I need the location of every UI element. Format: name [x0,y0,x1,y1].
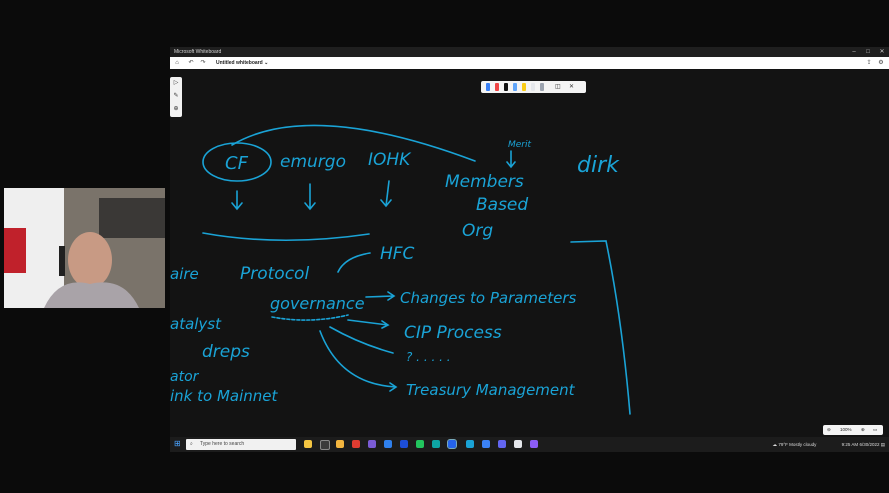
ink-arrow-hfc [337,252,371,273]
minimize-button[interactable]: – [847,47,861,57]
ink-arrow-dots [329,326,394,354]
ink-arrow-cip [347,319,390,329]
person-head [68,232,112,288]
app-icon-purple[interactable] [368,440,376,448]
ink-arrow-iohk [380,180,392,208]
app-icon-blue[interactable] [384,440,392,448]
title-bar: Microsoft Whiteboard – □ ✕ [170,47,889,57]
system-tray: ☁ 79°F Mostly cloudy 9:25 AM 6/30/2022 ▤ [773,437,885,452]
ink-mainnet: ink to Mainnet [170,387,278,405]
microphone [59,246,65,276]
ink-merit: Merit [508,140,532,150]
red-object [4,228,26,273]
settings-icon[interactable]: ⚙ [876,57,886,69]
app-icon-lightblue[interactable] [482,440,490,448]
document-name-label: Untitled whiteboard [216,60,263,66]
ink-aire: aire [170,265,199,283]
whiteboard-window: Microsoft Whiteboard – □ ✕ ⌂ ↶ ↷ Untitle… [170,47,889,437]
zoom-level[interactable]: 100% [840,425,852,435]
zoom-in-icon[interactable]: ⊕ [861,425,865,435]
ink-governance: governance [270,294,365,313]
webcam-video [4,188,165,308]
app-icon-green[interactable] [416,440,424,448]
whiteboard-canvas[interactable]: ▷ ✎ ⊕ ◫ ✕ CF emurgo IOHK Merit Members B… [170,69,889,437]
notification-icon[interactable]: ▤ [881,442,885,447]
ink-wavy-underline [271,314,349,321]
app-toolbar: ⌂ ↶ ↷ Untitled whiteboard ⌄ ⇪ ⚙ [170,57,889,69]
zoom-controls: ⊖ 100% ⊕ ▭ [823,425,883,435]
whiteboard-taskbar-icon[interactable] [447,439,457,449]
weather-text[interactable]: 79°F Mostly cloudy [778,442,816,447]
chevron-down-icon: ⌄ [264,60,269,66]
ink-treasury: Treasury Management [406,381,576,399]
windows-taskbar: ⊞ ⌕ Type here to search ☁ 79°F Mostly cl… [170,437,889,452]
window-title: Microsoft Whiteboard [174,49,222,55]
webcam-scene [4,188,165,308]
ink-cf: CF [225,153,249,174]
zoom-out-icon[interactable]: ⊖ [827,425,831,435]
ink-bracket-right [570,240,631,415]
close-button[interactable]: ✕ [875,47,889,57]
ink-members: Members [445,172,524,192]
redo-icon[interactable]: ↷ [198,57,208,69]
ink-dreps: dreps [202,342,250,362]
ink-arrow-changes [365,291,396,301]
weather-icon: ☁ [772,442,778,447]
ink-ator: ator [170,369,200,385]
fit-screen-icon[interactable]: ▭ [873,425,877,435]
home-icon[interactable]: ⌂ [172,57,182,69]
ink-dirk: dirk [577,153,620,178]
ink-emurgo: emurgo [280,152,346,172]
widgets-icon[interactable] [320,440,330,450]
ink-cip: CIP Process [404,323,502,343]
ink-underline-arc [202,232,370,242]
window-controls: – □ ✕ [847,47,889,57]
wall-shelf [99,198,165,238]
app-icon-cyan[interactable] [466,440,474,448]
app-icon-darkblue[interactable] [400,440,408,448]
app-icon-violet[interactable] [530,440,538,448]
ink-changes: Changes to Parameters [400,289,577,307]
ink-protocol: Protocol [240,264,309,284]
browser-icon[interactable] [352,440,360,448]
ink-based: Based [476,195,528,215]
maximize-button[interactable]: □ [861,47,875,57]
app-icon-indigo[interactable] [498,440,506,448]
ink-iohk: IOHK [368,150,412,170]
ink-layer: CF emurgo IOHK Merit Members Based Org d… [170,124,631,415]
ink-arrow-emurgo [304,183,316,211]
windows-start-icon[interactable]: ⊞ [174,440,182,448]
app-icon-teal[interactable] [432,440,440,448]
share-icon[interactable]: ⇪ [864,57,874,69]
ink-org: Org [462,221,493,241]
ink-atalyst: atalyst [170,315,222,333]
app-icon-white[interactable] [514,440,522,448]
ink-dots: ? . . . . . [406,350,451,364]
undo-icon[interactable]: ↶ [186,57,196,69]
search-icon: ⌕ [190,441,193,447]
ink-hfc: HFC [380,244,415,264]
document-name[interactable]: Untitled whiteboard ⌄ [216,57,268,69]
file-explorer-icon[interactable] [336,440,344,448]
date-text[interactable]: 6/30/2022 [859,442,879,447]
time-text[interactable]: 9:25 AM [842,442,859,447]
ink-arrow-cf [231,190,243,211]
taskbar-search[interactable]: ⌕ Type here to search [186,439,296,450]
ink-arrow-merit [506,150,516,169]
search-placeholder: Type here to search [200,441,245,447]
task-view-icon[interactable] [304,440,312,448]
